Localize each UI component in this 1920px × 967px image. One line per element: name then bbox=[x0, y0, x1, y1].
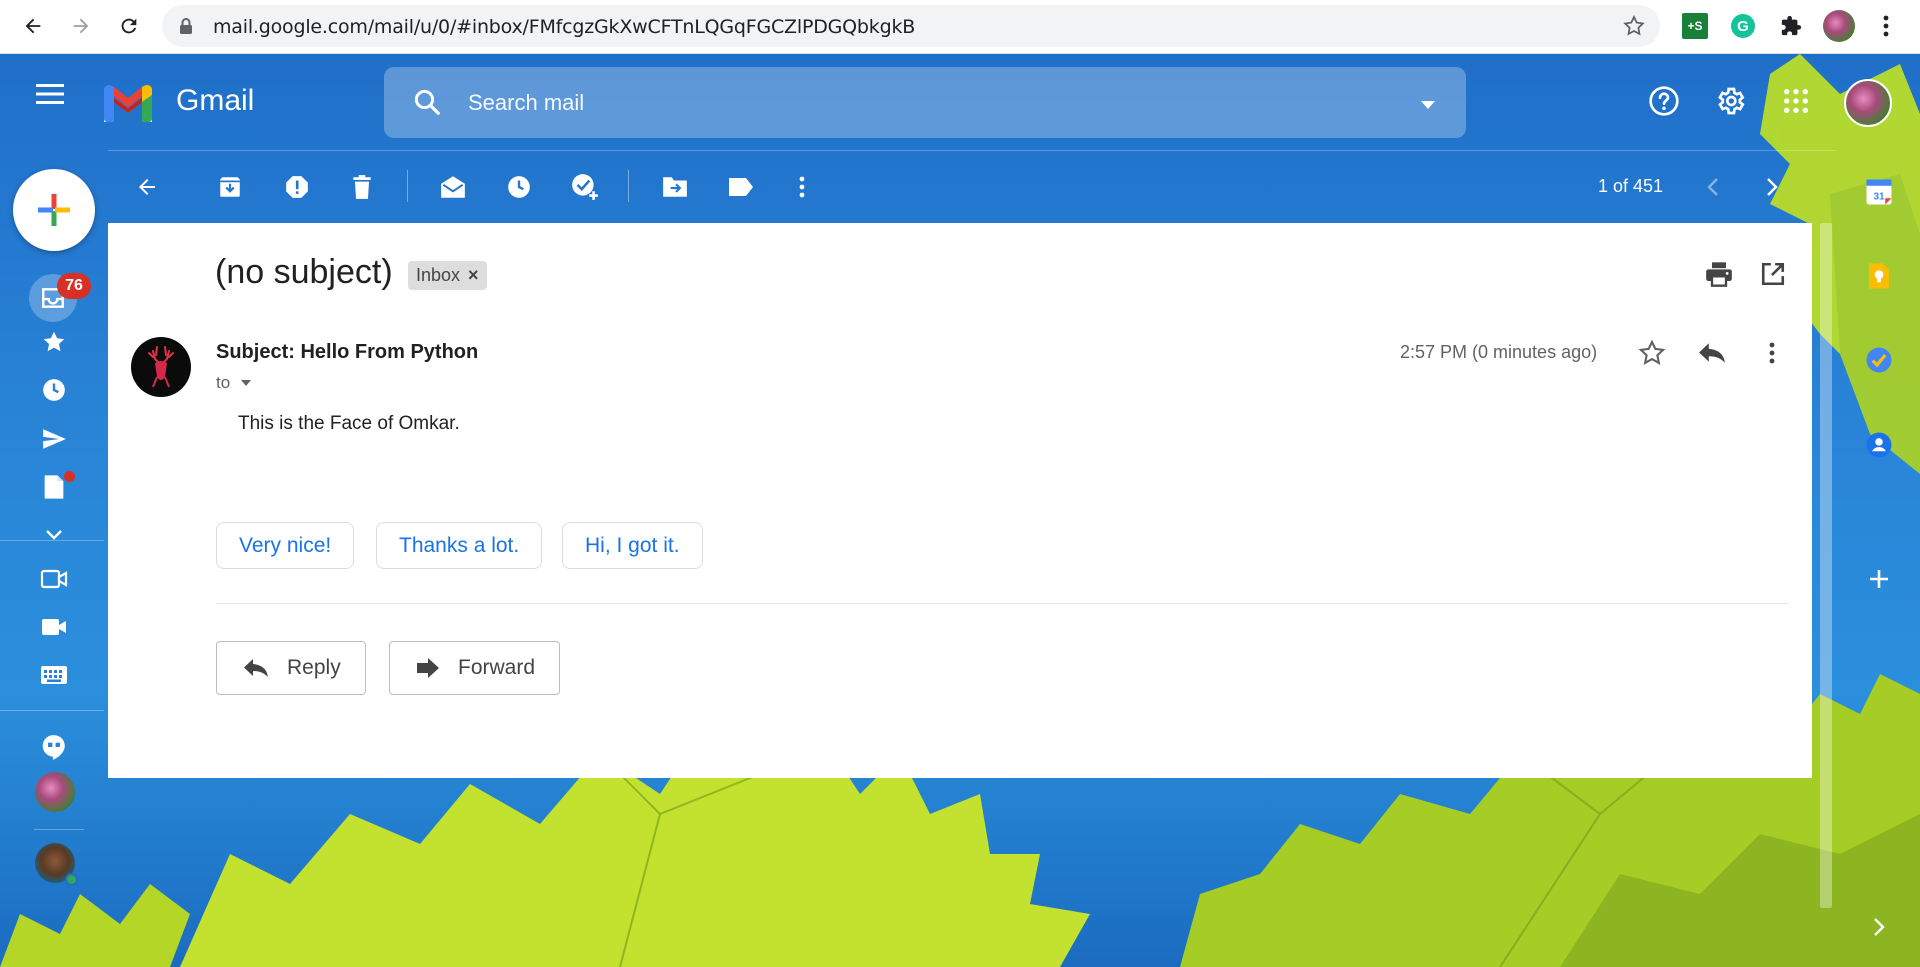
smart-reply-thanks[interactable]: Thanks a lot. bbox=[376, 522, 543, 569]
labels-tag-icon[interactable] bbox=[724, 170, 758, 204]
rail-divider bbox=[0, 710, 104, 711]
header-divider bbox=[108, 150, 1836, 151]
hangouts-user-avatar[interactable] bbox=[35, 772, 75, 812]
sheets-extension-glyph: +S bbox=[1682, 13, 1708, 39]
back-to-inbox-icon[interactable] bbox=[130, 170, 164, 204]
toolbar-divider bbox=[628, 170, 629, 202]
help-icon[interactable] bbox=[1647, 84, 1681, 118]
contact-avatar[interactable] bbox=[35, 843, 78, 886]
search-input[interactable] bbox=[468, 86, 1368, 120]
forward-button[interactable]: Forward bbox=[389, 641, 561, 695]
main-menu-icon[interactable] bbox=[36, 82, 66, 111]
inbox-label-chip: Inbox × bbox=[408, 261, 487, 290]
rail-divider bbox=[0, 540, 104, 541]
extensions-puzzle-icon[interactable] bbox=[1777, 12, 1805, 40]
apps-grid-icon[interactable] bbox=[1779, 84, 1813, 118]
message-divider bbox=[216, 603, 1788, 604]
sender-avatar[interactable] bbox=[131, 337, 191, 397]
to-label: to bbox=[216, 373, 231, 392]
gmail-m-icon bbox=[104, 85, 152, 122]
more-chevron-down-icon[interactable] bbox=[38, 519, 70, 551]
get-addons-plus-icon[interactable] bbox=[1862, 562, 1896, 596]
rail-divider bbox=[34, 829, 84, 830]
snoozed-clock-icon[interactable] bbox=[38, 374, 70, 406]
meet-new-meeting-icon[interactable] bbox=[38, 563, 70, 595]
toolbar-divider bbox=[407, 170, 408, 202]
details-caret-icon[interactable] bbox=[240, 379, 252, 387]
smart-reply-got-it[interactable]: Hi, I got it. bbox=[562, 522, 703, 569]
svg-text:31: 31 bbox=[1873, 192, 1885, 203]
recipients-toggle[interactable]: to bbox=[216, 373, 252, 393]
starred-icon[interactable] bbox=[38, 326, 70, 358]
sender-name: Subject: Hello From Python bbox=[216, 341, 479, 363]
online-status-dot bbox=[65, 873, 78, 886]
star-message-icon[interactable] bbox=[1635, 336, 1669, 370]
reply-icon bbox=[244, 659, 268, 677]
hangouts-chat-icon[interactable] bbox=[38, 731, 70, 763]
sent-icon[interactable] bbox=[38, 423, 70, 455]
open-in-new-window-icon[interactable] bbox=[1756, 257, 1790, 291]
newer-chevron-left-icon[interactable] bbox=[1696, 170, 1730, 204]
bookmark-star-icon[interactable] bbox=[1622, 14, 1646, 43]
more-actions-icon[interactable] bbox=[785, 170, 819, 204]
back-arrow-icon[interactable] bbox=[18, 11, 48, 41]
forward-arrow-icon[interactable] bbox=[66, 11, 96, 41]
content-scrollbar[interactable] bbox=[1820, 223, 1832, 908]
browser-profile-avatar[interactable] bbox=[1823, 10, 1855, 42]
smart-reply-very-nice[interactable]: Very nice! bbox=[216, 522, 355, 569]
gmail-logo[interactable] bbox=[100, 82, 156, 124]
compose-button[interactable] bbox=[13, 169, 95, 251]
pagination-count: 1 of 451 bbox=[1598, 176, 1664, 196]
stag-logo-image bbox=[148, 346, 174, 388]
sheets-extension-icon[interactable]: +S bbox=[1681, 12, 1709, 40]
google-keep-icon[interactable] bbox=[1862, 259, 1896, 293]
app-name: Gmail bbox=[176, 84, 255, 117]
move-to-folder-icon[interactable] bbox=[658, 170, 692, 204]
add-to-tasks-icon[interactable] bbox=[568, 170, 602, 204]
reply-arrow-icon[interactable] bbox=[1695, 336, 1729, 370]
print-icon[interactable] bbox=[1702, 257, 1736, 291]
reply-button[interactable]: Reply bbox=[216, 641, 366, 695]
lock-icon[interactable] bbox=[178, 17, 194, 40]
report-spam-icon[interactable] bbox=[280, 170, 314, 204]
search-bar[interactable] bbox=[384, 67, 1466, 138]
thread-subject: (no subject) bbox=[215, 253, 393, 291]
message-more-options-icon[interactable] bbox=[1755, 336, 1789, 370]
remove-label-close-icon[interactable]: × bbox=[468, 265, 479, 286]
expand-side-panel-chevron-icon[interactable] bbox=[1862, 910, 1896, 944]
delete-trash-icon[interactable] bbox=[345, 170, 379, 204]
address-bar[interactable]: mail.google.com/mail/u/0/#inbox/FMfcgzGk… bbox=[162, 5, 1660, 47]
url-text[interactable]: mail.google.com/mail/u/0/#inbox/FMfcgzGk… bbox=[213, 16, 915, 38]
inbox-unread-badge: 76 bbox=[57, 273, 91, 299]
mark-as-unread-icon[interactable] bbox=[436, 170, 470, 204]
account-avatar[interactable] bbox=[1844, 79, 1892, 127]
forward-icon bbox=[417, 658, 439, 678]
settings-gear-icon[interactable] bbox=[1713, 84, 1747, 118]
grammarly-icon[interactable]: G bbox=[1729, 12, 1757, 40]
reload-icon[interactable] bbox=[114, 11, 144, 41]
grammarly-glyph: G bbox=[1731, 14, 1755, 38]
browser-menu-icon[interactable] bbox=[1872, 12, 1900, 40]
archive-icon[interactable] bbox=[213, 170, 247, 204]
search-icon[interactable] bbox=[412, 87, 442, 122]
meet-video-icon[interactable] bbox=[38, 611, 70, 643]
message-body: This is the Face of Omkar. bbox=[238, 413, 460, 434]
reply-button-label: Reply bbox=[287, 656, 341, 679]
google-contacts-icon[interactable] bbox=[1862, 428, 1896, 462]
google-tasks-icon[interactable] bbox=[1862, 343, 1896, 377]
join-meeting-keyboard-icon[interactable] bbox=[38, 659, 70, 691]
drafts-icon[interactable] bbox=[38, 471, 75, 503]
google-calendar-icon[interactable]: 31 bbox=[1862, 175, 1896, 209]
drafts-dot-indicator bbox=[64, 471, 75, 482]
browser-chrome: mail.google.com/mail/u/0/#inbox/FMfcgzGk… bbox=[0, 0, 1920, 54]
search-options-caret-icon[interactable] bbox=[1420, 97, 1436, 115]
snooze-clock-icon[interactable] bbox=[502, 170, 536, 204]
older-chevron-right-icon[interactable] bbox=[1755, 170, 1789, 204]
message-card: (no subject) Inbox × Subject: Hello From… bbox=[108, 223, 1812, 778]
label-chip-text: Inbox bbox=[416, 265, 461, 285]
forward-button-label: Forward bbox=[458, 656, 536, 679]
message-timestamp: 2:57 PM (0 minutes ago) bbox=[1400, 342, 1598, 362]
compose-plus-icon bbox=[38, 194, 70, 226]
